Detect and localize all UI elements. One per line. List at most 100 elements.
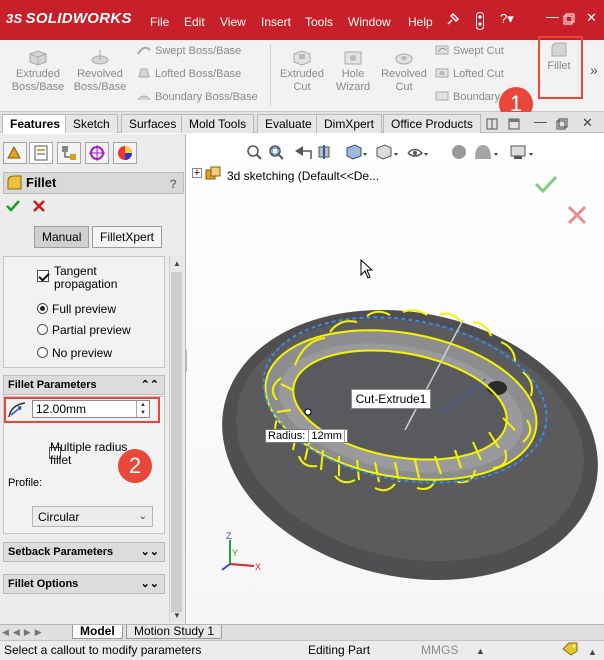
menu-window[interactable]: Window	[348, 15, 391, 29]
tag-icon[interactable]	[562, 642, 578, 659]
profile-label: Profile:	[8, 477, 43, 489]
swept-boss-icon	[137, 44, 151, 56]
apply-scene-icon[interactable]	[475, 145, 498, 159]
lofted-cut-button[interactable]: Lofted Cut	[435, 65, 504, 83]
radius-callout-value[interactable]: 12mm	[308, 429, 345, 443]
extruded-boss-button[interactable]: Extruded Boss/Base	[8, 48, 68, 94]
tab-mold-tools[interactable]: Mold Tools	[181, 114, 255, 133]
units-chevron-icon[interactable]: ▲	[476, 646, 485, 656]
logo-text: SOLIDWORKS	[25, 10, 132, 27]
zoom-to-area-icon[interactable]	[269, 145, 284, 160]
feature-tree-part-label[interactable]: 3d sketching (Default<<De...	[227, 169, 379, 183]
confirm-cancel-icon[interactable]	[566, 204, 588, 229]
expand-chevron-icon: ⌄⌄	[140, 578, 159, 590]
minimize-icon[interactable]: —	[546, 9, 559, 24]
tab-office-products[interactable]: Office Products	[383, 114, 481, 133]
tile-icon[interactable]	[486, 118, 498, 133]
tab-motion-study[interactable]: Motion Study 1	[126, 625, 223, 639]
ok-checkmark-icon[interactable]	[5, 198, 21, 217]
zoom-to-fit-icon[interactable]	[247, 145, 262, 160]
fillet-parameters-header[interactable]: Fillet Parameters ⌃⌃	[3, 375, 165, 395]
tab-scroll-arrows[interactable]: ◀◀▶▶	[2, 625, 68, 639]
tangent-propagation-checkbox[interactable]	[37, 270, 49, 282]
tree-expand-icon[interactable]: +	[192, 168, 202, 179]
heads-up-view-toolbar	[245, 143, 545, 163]
scroll-thumb[interactable]	[171, 272, 182, 612]
configuration-tab-icon[interactable]	[57, 142, 81, 164]
tab-features[interactable]: Features	[2, 114, 69, 133]
doc-restore-icon[interactable]	[556, 118, 568, 133]
menu-file[interactable]: File	[150, 15, 169, 29]
boundary-boss-button[interactable]: Boundary Boss/Base	[137, 88, 258, 106]
pin-icon[interactable]	[446, 12, 460, 29]
solidworks-logo[interactable]: 3S SOLIDWORKS	[6, 10, 132, 27]
help-button[interactable]: ?	[170, 174, 177, 194]
cancel-x-icon[interactable]	[31, 198, 47, 217]
no-preview-radio[interactable]: No preview	[37, 346, 112, 360]
window-icon[interactable]	[508, 118, 520, 133]
partial-preview-label: Partial preview	[52, 323, 131, 337]
confirm-ok-icon[interactable]	[534, 175, 558, 196]
ribbon-more-chevron[interactable]: »	[590, 62, 598, 78]
tab-sketch[interactable]: Sketch	[65, 114, 118, 133]
view-orientation-icon[interactable]	[346, 144, 367, 160]
setback-parameters-title: Setback Parameters	[8, 546, 114, 558]
profile-select[interactable]: Circular ⌄	[32, 506, 153, 527]
full-preview-radio[interactable]: Full preview	[37, 302, 116, 316]
hole-wizard-button[interactable]: Hole Wizard	[330, 48, 376, 94]
scroll-down-arrow-icon[interactable]: ▼	[173, 611, 181, 620]
cut-extrude-callout[interactable]: Cut-Extrude1	[351, 389, 431, 409]
lofted-boss-button[interactable]: Lofted Boss/Base	[137, 65, 241, 83]
help-dropdown-icon[interactable]: ?▾	[500, 11, 514, 27]
axis-z-label: Z	[226, 532, 232, 541]
filletxpert-tab-button[interactable]: FilletXpert	[92, 226, 163, 248]
feature-tree-tab-icon[interactable]	[3, 142, 27, 164]
doc-minimize-icon[interactable]: —	[534, 114, 547, 129]
section-view-icon[interactable]	[318, 145, 330, 159]
setback-parameters-header[interactable]: Setback Parameters ⌄⌄	[3, 542, 165, 562]
menu-edit[interactable]: Edit	[184, 15, 205, 29]
fillet-options-header[interactable]: Fillet Options ⌄⌄	[3, 574, 165, 594]
radius-callout[interactable]: Radius: 12mm	[265, 429, 348, 443]
fillet-parameters-title: Fillet Parameters	[8, 379, 97, 391]
extruded-cut-button[interactable]: Extruded Cut	[274, 48, 330, 94]
status-units[interactable]: MMGS	[421, 643, 458, 657]
lofted-boss-label: Lofted Boss/Base	[155, 68, 242, 80]
manual-tab-button[interactable]: Manual	[34, 226, 90, 248]
menu-tools[interactable]: Tools	[305, 15, 333, 29]
partial-preview-radio[interactable]: Partial preview	[37, 323, 131, 337]
3d-part-model[interactable]	[205, 270, 604, 620]
tab-dimxpert[interactable]: DimXpert	[316, 114, 383, 133]
restore-icon[interactable]	[563, 13, 575, 28]
swept-boss-button[interactable]: Swept Boss/Base	[137, 42, 241, 60]
logo-ds: 3S	[6, 11, 23, 26]
menu-help[interactable]: Help	[408, 15, 433, 29]
status-expand-icon[interactable]: ▲	[588, 647, 597, 657]
fillet-options-title: Fillet Options	[8, 578, 79, 590]
edit-appearance-icon[interactable]	[452, 145, 466, 159]
menu-view[interactable]: View	[220, 15, 246, 29]
status-mode: Editing Part	[308, 643, 371, 657]
display-manager-tab-icon[interactable]	[113, 142, 137, 164]
previous-view-icon[interactable]	[295, 146, 312, 159]
boundary-cut-button[interactable]: Boundary	[435, 88, 500, 106]
tab-surfaces[interactable]: Surfaces	[121, 114, 185, 133]
revolved-cut-icon	[395, 53, 413, 65]
tab-evaluate[interactable]: Evaluate	[257, 114, 320, 133]
coordinate-triad: Z Y X	[212, 531, 264, 572]
ribbon-separator	[270, 44, 271, 106]
revolved-cut-button[interactable]: Revolved Cut	[378, 48, 430, 94]
dimxpert-tab-icon[interactable]	[85, 142, 109, 164]
close-icon[interactable]: ✕	[586, 10, 597, 26]
menu-insert[interactable]: Insert	[261, 15, 291, 29]
doc-close-icon[interactable]: ✕	[582, 115, 593, 131]
traffic-light-icon[interactable]	[476, 12, 484, 33]
property-manager-tab-icon[interactable]	[29, 142, 53, 164]
scroll-up-arrow-icon[interactable]: ▲	[173, 259, 181, 268]
swept-cut-button[interactable]: Swept Cut	[435, 42, 504, 60]
revolved-boss-button[interactable]: Revolved Boss/Base	[70, 48, 130, 94]
display-style-icon[interactable]	[376, 144, 398, 160]
view-settings-icon[interactable]	[510, 145, 533, 159]
hide-show-items-icon[interactable]	[407, 148, 428, 157]
tab-model[interactable]: Model	[72, 625, 123, 639]
